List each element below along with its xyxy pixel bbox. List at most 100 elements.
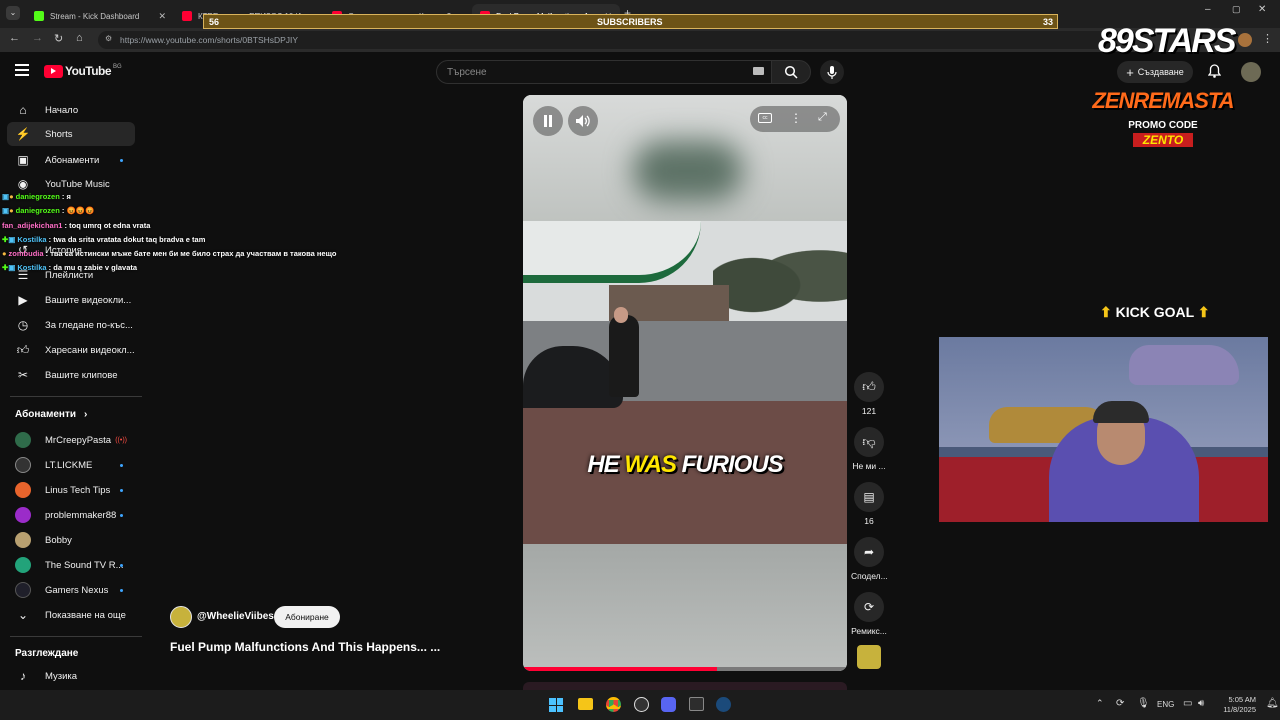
- subscription-channel[interactable]: The Sound TV R...: [7, 553, 135, 577]
- chat-text: : da mu q zabie v glavata: [48, 263, 138, 272]
- channel-avatar[interactable]: [170, 606, 192, 628]
- mic-tray-icon[interactable]: 🎙︎: [1137, 698, 1150, 709]
- share-button[interactable]: ➦ Сподел...: [851, 537, 888, 581]
- search-placeholder: Търсене: [447, 66, 487, 78]
- file-explorer-icon[interactable]: [578, 698, 593, 710]
- search-input[interactable]: Търсене: [436, 60, 772, 84]
- next-short-preview: [523, 682, 847, 690]
- discord-icon[interactable]: [661, 697, 676, 712]
- sidebar-item-label: Начало: [45, 104, 79, 116]
- volume-tray-icon[interactable]: 🔊︎: [1198, 698, 1204, 709]
- display-icon[interactable]: ▭: [1183, 698, 1192, 709]
- reload-icon[interactable]: ↻: [54, 32, 63, 45]
- home-icon[interactable]: ⌂: [76, 32, 83, 44]
- sidebar-item-shorts[interactable]: ⚡ Shorts: [7, 122, 135, 146]
- plus-icon: +: [1126, 64, 1134, 80]
- terminal-icon[interactable]: [689, 697, 704, 711]
- shorts-icon: ⚡: [15, 127, 31, 141]
- channel-avatar: [15, 507, 31, 523]
- chat-text: : 😡😡😡: [61, 206, 95, 215]
- site-info-icon[interactable]: ⚙: [105, 34, 112, 43]
- back-icon[interactable]: ←: [9, 32, 20, 44]
- account-avatar[interactable]: [1241, 62, 1261, 82]
- share-label: Сподел...: [851, 571, 888, 581]
- show-more-button[interactable]: ⌄ Показване на още: [7, 603, 135, 627]
- channel-avatar: [15, 432, 31, 448]
- guide-menu-icon[interactable]: [15, 64, 29, 76]
- channel-name: MrCreepyPasta: [45, 434, 111, 446]
- sidebar-item-your-videos[interactable]: ▶ Вашите видеокли...: [7, 288, 135, 312]
- start-icon[interactable]: [549, 698, 563, 712]
- chat-text: : я: [61, 192, 71, 201]
- voice-search-button[interactable]: [820, 60, 844, 84]
- channel-avatar: [15, 532, 31, 548]
- profile-avatar-icon[interactable]: [1238, 33, 1252, 47]
- more-options-icon[interactable]: ⋮: [790, 111, 802, 125]
- chat-badge-icon: ▣: [8, 263, 16, 272]
- window-maximize-icon[interactable]: ▢: [1232, 4, 1241, 15]
- new-content-dot: [120, 513, 123, 517]
- subscriptions-heading[interactable]: Абонаменти ›: [15, 409, 87, 420]
- video-progress-track[interactable]: [523, 667, 847, 671]
- browser-tab[interactable]: Stream - Kick Dashboard ✕: [26, 4, 174, 28]
- sidebar-item-your-clips[interactable]: ✂ Вашите клипове: [7, 363, 135, 387]
- clock-date: 11/8/2025: [1223, 705, 1256, 714]
- sidebar-item-music[interactable]: ♪ Музика: [7, 664, 135, 688]
- volume-button[interactable]: [568, 106, 598, 136]
- obs-icon[interactable]: [634, 697, 649, 712]
- remix-icon: ⟳: [863, 600, 875, 614]
- comments-button[interactable]: ▤ 16: [851, 482, 887, 526]
- dislike-button[interactable]: 👎︎ Не ми ...: [851, 427, 887, 471]
- search-icon: [784, 65, 798, 79]
- subscribe-button[interactable]: Абониране: [274, 606, 340, 628]
- subscription-channel[interactable]: MrCreepyPasta ((•)): [7, 428, 135, 452]
- forward-icon[interactable]: →: [32, 32, 43, 44]
- sidebar-item-home[interactable]: ⌂ Начало: [7, 98, 135, 122]
- notifications-bell-icon[interactable]: [1207, 64, 1222, 78]
- captions-icon[interactable]: cc: [758, 113, 772, 123]
- tray-chevron-icon[interactable]: ⌃: [1096, 698, 1104, 709]
- webcam-feed: [939, 337, 1268, 522]
- sync-icon[interactable]: ⟳: [1116, 698, 1124, 709]
- player-right-controls: cc ⋮ ⤢: [750, 106, 840, 132]
- window-close-icon[interactable]: ✕: [1258, 4, 1266, 15]
- tab-list-button[interactable]: ⌄: [6, 6, 20, 20]
- search-button[interactable]: [771, 60, 811, 84]
- remix-button[interactable]: ⟳ Ремикс...: [851, 592, 887, 636]
- address-bar[interactable]: ⚙ https://www.youtube.com/shorts/0BTSHsD…: [98, 31, 1118, 49]
- short-title[interactable]: Fuel Pump Malfunctions And This Happens.…: [170, 640, 440, 654]
- video-frame: [523, 221, 847, 544]
- chat-username: daniegrozen: [15, 206, 60, 215]
- channel-handle[interactable]: @WheelieViibes: [197, 611, 274, 622]
- sidebar-item-label: За гледане по-къс...: [45, 319, 133, 331]
- shorts-video-player[interactable]: HE WAS FURIOUS: [523, 95, 847, 671]
- subscribers-goal-bar: 56 SUBSCRIBERS 33: [203, 14, 1058, 29]
- subscription-channel[interactable]: LT.LICKME: [7, 453, 135, 477]
- lifted-car: [1129, 345, 1239, 385]
- browser-menu-icon[interactable]: ⋮: [1262, 32, 1273, 45]
- subscription-channel[interactable]: Bobby: [7, 528, 135, 552]
- sidebar-item-subscriptions[interactable]: ▣ Абонаменти: [7, 148, 135, 172]
- your-videos-icon: ▶: [18, 293, 28, 307]
- language-indicator[interactable]: ENG: [1157, 700, 1174, 709]
- chat-username: zombudia: [8, 249, 44, 258]
- youtube-logo[interactable]: YouTube BG: [44, 64, 122, 78]
- keyboard-icon[interactable]: [753, 67, 764, 75]
- chrome-icon[interactable]: [606, 697, 621, 712]
- subscription-channel[interactable]: problemmaker88: [7, 503, 135, 527]
- subscription-channel[interactable]: Gamers Nexus: [7, 578, 135, 602]
- fullscreen-icon[interactable]: ⤢: [818, 111, 827, 124]
- tab-title: Stream - Kick Dashboard: [50, 11, 140, 21]
- notification-bell-icon[interactable]: 🔔︎: [1266, 698, 1279, 709]
- close-tab-icon[interactable]: ✕: [152, 11, 166, 22]
- clock[interactable]: 5:05 AM 11/8/2025: [1216, 695, 1256, 715]
- subs-goal-left: 56: [209, 17, 220, 27]
- sidebar-item-watch-later[interactable]: ◷ За гледане по-къс...: [7, 313, 135, 337]
- pause-button[interactable]: [533, 106, 563, 136]
- like-button[interactable]: 👍︎ 121: [851, 372, 887, 416]
- new-content-dot: [120, 563, 123, 567]
- sidebar-item-liked-videos[interactable]: 👍︎ Харесани видеокл...: [7, 338, 135, 362]
- steam-icon[interactable]: [716, 697, 731, 712]
- sound-thumbnail[interactable]: [857, 645, 881, 669]
- subscription-channel[interactable]: Linus Tech Tips: [7, 478, 135, 502]
